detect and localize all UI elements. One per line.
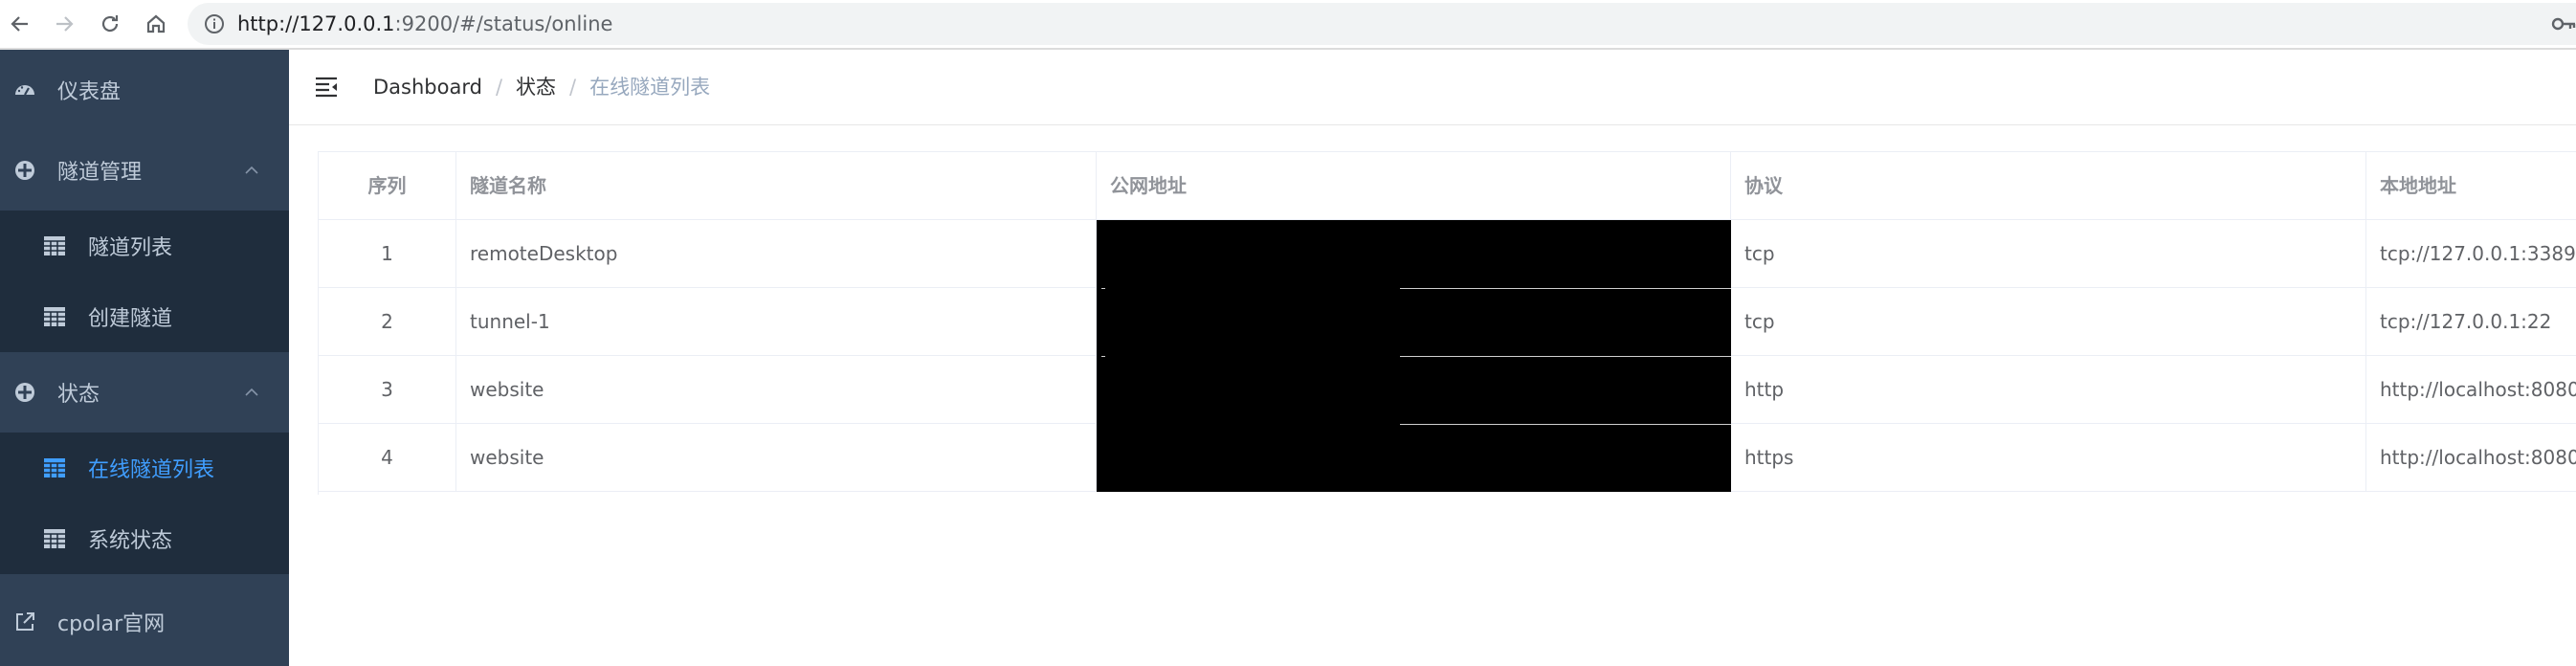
table-row-3-name: website bbox=[456, 356, 1097, 424]
table-row-4-local-url: http://localhost:8080 bbox=[2366, 424, 2576, 492]
table-row-4-index: 4 bbox=[319, 424, 456, 492]
table-row-3-index: 3 bbox=[319, 356, 456, 424]
site-info-icon[interactable] bbox=[203, 12, 226, 35]
breadcrumb-current: 在线隧道列表 bbox=[589, 76, 711, 99]
redaction-seam bbox=[1400, 356, 1731, 357]
home-icon bbox=[146, 14, 166, 33]
reload-icon bbox=[101, 15, 119, 33]
forward-button[interactable] bbox=[46, 6, 82, 42]
table-row-1-local-url: tcp://127.0.0.1:3389 bbox=[2366, 220, 2576, 288]
external-link-icon bbox=[16, 612, 34, 631]
table-icon bbox=[44, 458, 65, 477]
sidebar-item-label: 在线隧道列表 bbox=[88, 458, 215, 482]
breadcrumb-dashboard[interactable]: Dashboard bbox=[373, 76, 482, 99]
browser-toolbar: http://127.0.0.1:9200/#/status/online bbox=[0, 0, 2576, 50]
sidebar-item-dashboard[interactable]: 仪表盘 bbox=[0, 50, 289, 130]
column-header-public-url: 公网地址 bbox=[1097, 152, 1731, 220]
redaction-seam bbox=[1101, 356, 1105, 357]
back-button[interactable] bbox=[2, 6, 38, 42]
sidebar-item-label: 创建隧道 bbox=[88, 307, 173, 331]
status-icon bbox=[15, 383, 34, 402]
redaction-seam bbox=[1400, 424, 1731, 425]
sidebar-item-label: 隧道列表 bbox=[88, 236, 173, 260]
address-bar[interactable]: http://127.0.0.1:9200/#/status/online bbox=[188, 3, 2576, 45]
sidebar-item-create-tunnel[interactable]: 创建隧道 bbox=[0, 281, 289, 352]
sidebar-item-online-tunnels[interactable]: 在线隧道列表 bbox=[0, 433, 289, 503]
reload-button[interactable] bbox=[92, 6, 128, 42]
sidebar-toggle-icon[interactable] bbox=[314, 75, 339, 100]
column-header-name: 隧道名称 bbox=[456, 152, 1097, 220]
arrow-right-icon bbox=[56, 16, 74, 32]
table-row-3-local-url: http://localhost:8080 bbox=[2366, 356, 2576, 424]
breadcrumb: Dashboard / 状态 / 在线隧道列表 bbox=[373, 50, 710, 124]
url-text: http://127.0.0.1:9200/#/status/online bbox=[237, 3, 612, 45]
column-header-protocol: 协议 bbox=[1731, 152, 2366, 220]
table-row-1-protocol: tcp bbox=[1731, 220, 2366, 288]
table-row-2-local-url: tcp://127.0.0.1:22 bbox=[2366, 288, 2576, 356]
sidebar-item-label: 状态 bbox=[57, 383, 100, 407]
sidebar-item-status[interactable]: 状态 bbox=[0, 352, 289, 433]
table-row-4-name: website bbox=[456, 424, 1097, 492]
tunnel-manage-icon bbox=[15, 161, 34, 180]
table-row-2-protocol: tcp bbox=[1731, 288, 2366, 356]
redaction-seam bbox=[1400, 288, 1731, 289]
sidebar-item-label: 隧道管理 bbox=[57, 161, 143, 185]
column-header-index: 序列 bbox=[319, 152, 456, 220]
table-row-4-protocol: https bbox=[1731, 424, 2366, 492]
sidebar-item-cpolar-site[interactable]: cpolar官网 bbox=[0, 582, 289, 662]
sidebar-item-label: 仪表盘 bbox=[57, 80, 122, 104]
breadcrumb-status[interactable]: 状态 bbox=[516, 76, 556, 99]
column-header-local-url: 本地地址 bbox=[2366, 152, 2576, 220]
key-icon[interactable] bbox=[2551, 14, 2576, 33]
chevron-up-icon bbox=[245, 166, 258, 174]
url-path: :9200/#/status/online bbox=[394, 12, 613, 35]
top-navbar: Dashboard / 状态 / 在线隧道列表 bbox=[289, 50, 2576, 125]
sidebar-item-tunnel-manage[interactable]: 隧道管理 bbox=[0, 130, 289, 211]
online-tunnels-table: 序列 隧道名称 公网地址 协议 本地地址 1 remoteDesktop tcp… bbox=[318, 151, 2576, 495]
table-row-2-index: 2 bbox=[319, 288, 456, 356]
sidebar-item-label: 系统状态 bbox=[88, 529, 173, 553]
submenu-tunnel-manage: 隧道列表 创建隧道 bbox=[0, 211, 289, 352]
table-row-1-name: remoteDesktop bbox=[456, 220, 1097, 288]
table-row-3-protocol: http bbox=[1731, 356, 2366, 424]
table-row-2-name: tunnel-1 bbox=[456, 288, 1097, 356]
table-icon bbox=[44, 529, 65, 548]
sidebar-item-system-status[interactable]: 系统状态 bbox=[0, 503, 289, 574]
arrow-left-icon bbox=[11, 16, 28, 32]
breadcrumb-separator: / bbox=[495, 76, 503, 99]
sidebar-item-tunnel-list[interactable]: 隧道列表 bbox=[0, 211, 289, 281]
redaction-seam bbox=[1101, 288, 1105, 289]
table-row-1-index: 1 bbox=[319, 220, 456, 288]
dashboard-icon bbox=[15, 85, 34, 96]
url-host: http://127.0.0.1 bbox=[237, 12, 395, 35]
table-icon bbox=[44, 307, 65, 326]
chevron-up-icon bbox=[245, 388, 258, 396]
home-button[interactable] bbox=[138, 6, 174, 42]
table-icon bbox=[44, 236, 65, 255]
breadcrumb-separator: / bbox=[569, 76, 577, 99]
sidebar: 仪表盘 隧道管理 隧道列表 创建隧道 状态 在线隧道列表 系统状态 cpolar… bbox=[0, 50, 289, 666]
submenu-status: 在线隧道列表 系统状态 bbox=[0, 433, 289, 574]
sidebar-item-label: cpolar官网 bbox=[57, 612, 166, 636]
